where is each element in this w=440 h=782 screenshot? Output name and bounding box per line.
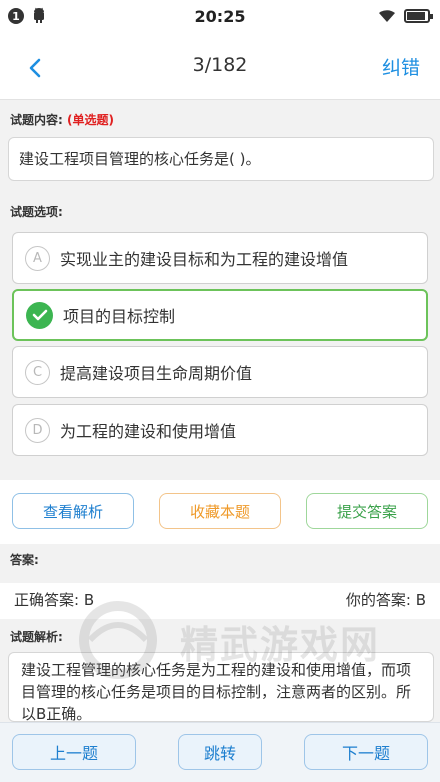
submit-answer-button[interactable]: 提交答案: [306, 493, 428, 529]
previous-question-button[interactable]: 上一题: [12, 734, 136, 770]
action-buttons: 查看解析 收藏本题 提交答案: [0, 480, 440, 544]
nav-bar: 3/182 纠错: [0, 33, 440, 100]
battery-icon: [404, 9, 433, 23]
option-letter: C: [25, 359, 50, 385]
report-error-button[interactable]: 纠错: [382, 53, 420, 80]
status-time: 20:25: [194, 7, 246, 26]
question-progress: 3/182: [192, 54, 248, 76]
option-d[interactable]: D 为工程的建设和使用增值: [12, 404, 428, 456]
option-text: 实现业主的建设目标和为工程的建设增值: [60, 250, 349, 269]
status-bar: 1 20:25: [0, 0, 440, 33]
view-analysis-button[interactable]: 查看解析: [12, 493, 134, 529]
option-text: 提高建设项目生命周期价值: [60, 364, 253, 383]
next-question-button[interactable]: 下一题: [304, 734, 428, 770]
option-text: 为工程的建设和使用增值: [60, 422, 237, 441]
question-content-label: 试题内容: (单选题): [10, 113, 114, 127]
explanation-text: 建设工程管理的核心任务是为工程的建设和使用增值，而项目管理的核心任务是项目的目标…: [8, 652, 434, 722]
checkmark-icon: [26, 301, 53, 329]
answer-label: 答案:: [10, 553, 39, 567]
answer-row: 正确答案: B 你的答案: B: [0, 583, 440, 619]
correct-answer: 正确答案: B: [14, 591, 95, 609]
favorite-button[interactable]: 收藏本题: [159, 493, 281, 529]
question-type-tag: (单选题): [67, 113, 114, 127]
jump-button[interactable]: 跳转: [178, 734, 262, 770]
option-letter: A: [25, 245, 50, 271]
option-b[interactable]: 项目的目标控制: [12, 289, 428, 341]
bottom-nav: 上一题 跳转 下一题: [0, 722, 440, 782]
options-label: 试题选项:: [10, 205, 63, 219]
option-a[interactable]: A 实现业主的建设目标和为工程的建设增值: [12, 232, 428, 284]
option-letter: D: [25, 417, 50, 443]
wifi-icon: [379, 10, 395, 22]
explanation-label: 试题解析:: [10, 630, 63, 644]
your-answer: 你的答案: B: [345, 591, 426, 609]
question-text: 建设工程项目管理的核心任务是( )。: [8, 137, 434, 181]
option-text: 项目的目标控制: [63, 307, 176, 326]
option-c[interactable]: C 提高建设项目生命周期价值: [12, 346, 428, 398]
